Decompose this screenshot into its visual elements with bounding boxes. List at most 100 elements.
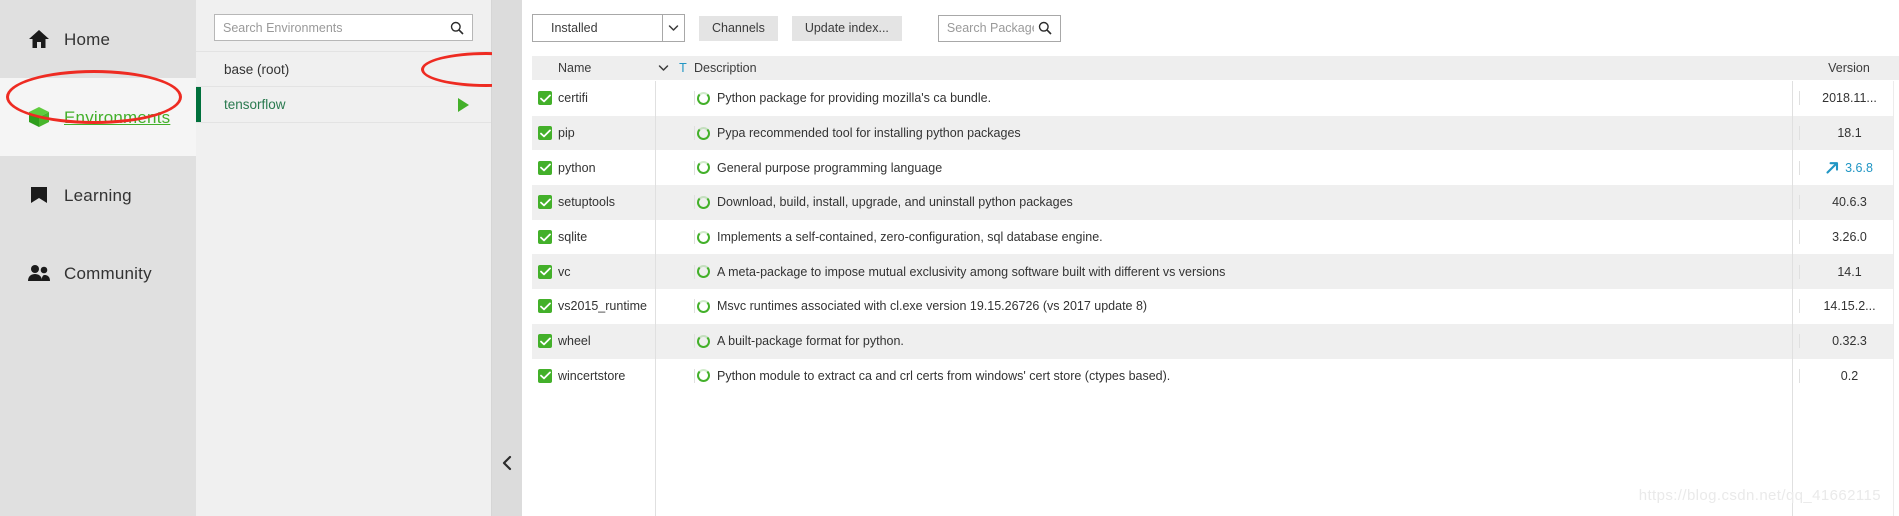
package-description: Msvc runtimes associated with cl.exe ver… (717, 299, 1147, 313)
checkbox-checked-icon[interactable] (538, 299, 552, 313)
environment-row-base[interactable]: base (root) (196, 51, 491, 87)
chevron-down-icon[interactable] (655, 64, 672, 72)
packages-table-header: Name T Description Version (532, 56, 1899, 81)
package-description-cell: Implements a self-contained, zero-config… (694, 230, 1799, 244)
checkbox-checked-icon[interactable] (538, 195, 552, 209)
checkbox-checked-icon[interactable] (538, 161, 552, 175)
table-row[interactable]: python General purpose programming langua… (532, 150, 1899, 185)
search-icon[interactable] (450, 21, 464, 35)
environments-search-wrap (196, 0, 491, 51)
column-header-name[interactable]: Name (558, 61, 655, 75)
sidebar-item-community[interactable]: Community (0, 234, 196, 312)
package-description: Python package for providing mozilla's c… (717, 91, 991, 105)
version-value-wrap: 14.15.2... (1800, 299, 1899, 313)
checkbox-checked-icon[interactable] (538, 230, 552, 244)
checkbox-checked-icon[interactable] (538, 91, 552, 105)
environments-search-input[interactable] (215, 15, 472, 40)
package-checkbox-cell (532, 230, 558, 244)
package-name: vs2015_runtime (558, 299, 655, 313)
table-column-divider-version (1792, 81, 1793, 516)
sidebar-item-label-community: Community (64, 265, 152, 282)
version-value-wrap: 40.6.3 (1800, 195, 1899, 209)
table-row[interactable]: vs2015_runtime Msvc runtimes associated w… (532, 289, 1899, 324)
panel-collapse-strip[interactable] (492, 0, 522, 516)
sidebar-item-environments[interactable]: Environments (0, 78, 196, 156)
table-row[interactable]: wheelA built-package format for python.0… (532, 324, 1899, 359)
checkbox-checked-icon[interactable] (538, 369, 552, 383)
checkbox-checked-icon[interactable] (538, 334, 552, 348)
package-checkbox-cell (532, 195, 558, 209)
checkbox-checked-icon[interactable] (538, 126, 552, 140)
version-value-wrap: 0.2 (1800, 369, 1899, 383)
package-version: 14.1 (1837, 265, 1861, 279)
package-name: wincertstore (558, 369, 655, 383)
table-row[interactable]: wincertstore Python module to extract ca … (532, 359, 1899, 394)
chevron-down-icon[interactable] (662, 15, 684, 41)
installed-status-icon (697, 196, 710, 209)
packages-main-area: Installed Channels Update index... (522, 0, 1899, 516)
package-version: 14.15.2... (1823, 299, 1875, 313)
book-icon (26, 182, 52, 208)
package-version: 2018.11... (1822, 91, 1877, 105)
channels-button[interactable]: Channels (699, 16, 778, 41)
table-row[interactable]: setuptools Download, build, install, upgr… (532, 185, 1899, 220)
package-version-cell: 14.15.2... (1799, 299, 1899, 313)
packages-toolbar: Installed Channels Update index... (522, 0, 1899, 56)
package-icon (26, 104, 52, 130)
home-icon (26, 26, 52, 52)
package-description: Python module to extract ca and crl cert… (717, 369, 1170, 383)
table-row[interactable]: vcA meta-package to impose mutual exclus… (532, 254, 1899, 289)
sidebar-item-learning[interactable]: Learning (0, 156, 196, 234)
left-sidebar: Home Environments Learning (0, 0, 196, 516)
package-name: certifi (558, 91, 655, 105)
filter-icon[interactable]: T (672, 61, 694, 75)
checkbox-checked-icon[interactable] (538, 265, 552, 279)
column-header-description[interactable]: Description (694, 61, 1799, 75)
package-description-cell: Python package for providing mozilla's c… (694, 91, 1799, 105)
package-version: 18.1 (1837, 126, 1861, 140)
package-checkbox-cell (532, 369, 558, 383)
column-header-version[interactable]: Version (1799, 61, 1899, 75)
table-row[interactable]: certifi Python package for providing mozi… (532, 81, 1899, 116)
package-version-cell: 0.2 (1799, 369, 1899, 383)
installed-status-icon (697, 369, 710, 382)
package-version-cell: 3.26.0 (1799, 230, 1899, 244)
table-row[interactable]: pip Pypa recommended tool for installing … (532, 116, 1899, 151)
table-row[interactable]: sqliteImplements a self-contained, zero-… (532, 220, 1899, 255)
vertical-scrollbar[interactable] (1893, 81, 1899, 516)
package-version: 0.2 (1841, 369, 1858, 383)
anaconda-navigator-window: Home Environments Learning (0, 0, 1899, 516)
package-version: 3.26.0 (1832, 230, 1867, 244)
package-filter-value: Installed (533, 15, 662, 41)
package-name: pip (558, 126, 655, 140)
environment-row-tensorflow[interactable]: tensorflow (196, 87, 491, 123)
package-description-cell: Msvc runtimes associated with cl.exe ver… (694, 299, 1799, 313)
installed-status-icon (697, 335, 710, 348)
package-description: Download, build, install, upgrade, and u… (717, 195, 1073, 209)
package-description: A built-package format for python. (717, 334, 904, 348)
packages-search[interactable] (938, 15, 1061, 42)
environments-panel: base (root) tensorflow (196, 0, 492, 516)
package-description: Implements a self-contained, zero-config… (717, 230, 1103, 244)
package-checkbox-cell (532, 91, 558, 105)
package-filter-select[interactable]: Installed (532, 14, 685, 42)
upgrade-arrow-icon[interactable] (1826, 161, 1839, 174)
package-version-cell[interactable]: 3.6.8 (1799, 161, 1899, 175)
package-checkbox-cell (532, 265, 558, 279)
package-description: General purpose programming language (717, 161, 942, 175)
package-description-cell: Pypa recommended tool for installing pyt… (694, 126, 1799, 140)
package-name: setuptools (558, 195, 655, 209)
chevron-left-icon[interactable] (492, 455, 522, 474)
package-checkbox-cell (532, 334, 558, 348)
sidebar-item-home[interactable]: Home (0, 0, 196, 78)
package-description-cell: A meta-package to impose mutual exclusiv… (694, 265, 1799, 279)
environment-run-icon[interactable] (458, 98, 469, 112)
update-index-button[interactable]: Update index... (792, 16, 902, 41)
environments-search[interactable] (214, 14, 473, 41)
package-version: 40.6.3 (1832, 195, 1867, 209)
package-name: python (558, 161, 655, 175)
search-icon[interactable] (1038, 21, 1052, 35)
installed-status-icon (697, 231, 710, 244)
version-value-wrap: 0.32.3 (1800, 334, 1899, 348)
environments-list-empty-space (196, 320, 491, 516)
